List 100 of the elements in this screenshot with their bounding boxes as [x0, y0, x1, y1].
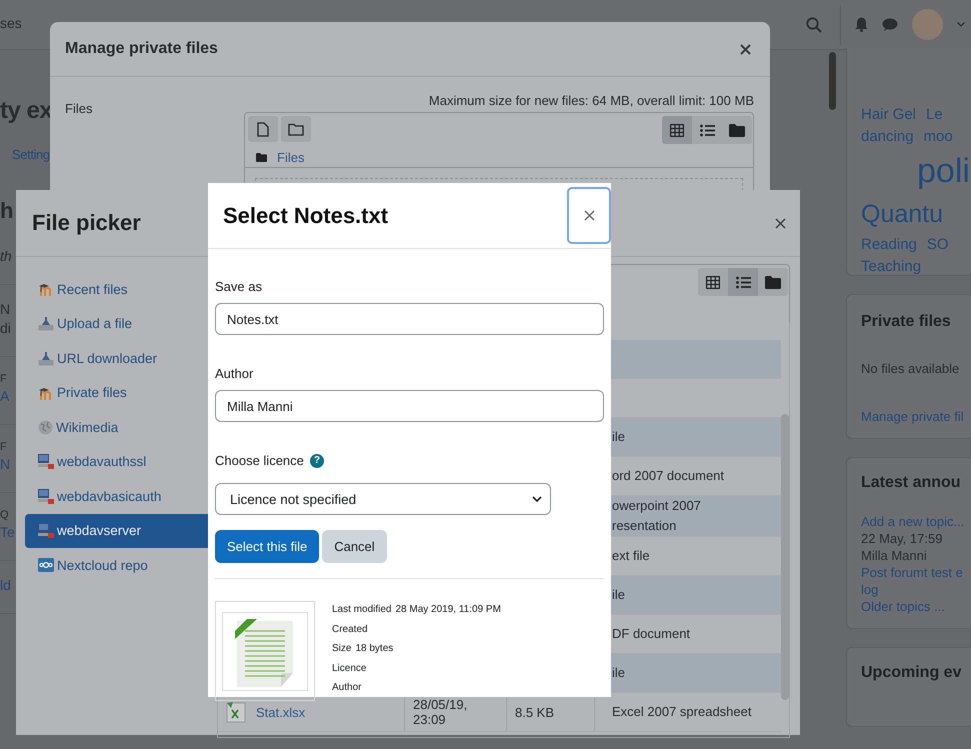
tag-link[interactable]: poli: [917, 148, 970, 194]
scrollbar[interactable]: [829, 52, 836, 110]
graduation-cap-icon: [38, 386, 54, 400]
activity-link[interactable]: A: [0, 388, 10, 404]
tag-link[interactable]: SO: [926, 234, 949, 256]
repository-name: Nextcloud repo: [57, 558, 148, 573]
announcement-text: Milla Manni: [861, 548, 928, 563]
table-cell-text: ile: [612, 428, 626, 446]
computer-upload-icon: [38, 350, 54, 366]
graduation-cap-icon: [38, 282, 54, 296]
tag-link[interactable]: moo: [924, 126, 953, 148]
file-name-link[interactable]: Stat.xlsx: [256, 704, 306, 720]
close-icon[interactable]: [775, 218, 786, 228]
announcement-link[interactable]: log: [861, 582, 971, 597]
tag-link[interactable]: Le: [926, 104, 943, 126]
field-label: Files: [65, 101, 94, 116]
announcement-link[interactable]: Older topics ...: [861, 599, 971, 614]
size-limit-text: Maximum size for new files: 64 MB, overall limit: 100 MB: [428, 93, 754, 108]
bell-icon[interactable]: [855, 17, 868, 32]
activity-link[interactable]: Te: [0, 524, 15, 540]
help-icon[interactable]: ?: [310, 454, 324, 468]
field-label: Author: [215, 366, 254, 381]
table-cell-text: ord 2007 document: [612, 467, 724, 485]
table-cell-text: Excel 2007 spreadsheet: [612, 703, 752, 721]
tag-link[interactable]: Reading: [861, 234, 917, 256]
repository-name: webdavbasicauth: [57, 488, 162, 504]
view-toggle[interactable]: [728, 268, 758, 296]
repository-item[interactable]: Recent files: [25, 272, 208, 306]
table-cell-text: ile: [612, 664, 626, 682]
computer-upload-icon: [38, 316, 54, 332]
manage-files-link[interactable]: Manage private fil: [861, 409, 971, 424]
block-label: Q: [0, 509, 9, 521]
body-text: N: [0, 301, 10, 317]
field-label: Choose licence: [215, 453, 304, 468]
monitor-icon: [38, 488, 54, 504]
add-file-button[interactable]: [248, 116, 278, 142]
licence-dropdown[interactable]: Licence not specified: [215, 483, 551, 515]
tag-link[interactable]: Quantu: [861, 194, 944, 234]
spreadsheet-icon: [226, 701, 246, 723]
block-label: F: [0, 373, 7, 385]
tag-link[interactable]: dancing: [861, 126, 914, 148]
announcement-link[interactable]: Post forumt test e: [861, 565, 971, 580]
table-cell-text: ext file: [612, 547, 650, 565]
repository-item[interactable]: webdavbasicauth: [25, 479, 208, 514]
activity-link[interactable]: ld: [0, 577, 11, 593]
dialog-title: Manage private files: [65, 40, 218, 58]
page-heading: ty ex: [0, 97, 52, 125]
activity-link[interactable]: N: [0, 456, 10, 472]
monitor-icon: [38, 454, 54, 470]
author-field[interactable]: Milla Manni: [215, 390, 604, 422]
grid-view-icon: [670, 124, 684, 136]
field-label: Save as: [215, 279, 263, 294]
grid-view-icon: [706, 276, 720, 288]
repository-name: Recent files: [57, 282, 128, 297]
close-icon: [584, 210, 594, 221]
card-title: Private files: [861, 313, 952, 331]
section-heading: h: [0, 198, 13, 224]
view-toggle[interactable]: [662, 116, 692, 144]
repository-item[interactable]: URL downloader: [25, 341, 208, 376]
dialog-title: File picker: [32, 210, 141, 236]
tag-link[interactable]: Hair Gel: [861, 104, 916, 126]
detail-value: 28 May 2019, 11:09 PM: [395, 603, 501, 617]
new-folder-button[interactable]: [281, 116, 311, 142]
detail-label: Licence: [332, 662, 366, 676]
breadcrumb-link[interactable]: Files: [277, 150, 304, 165]
repository-item[interactable]: webdavauthssl: [25, 444, 208, 479]
repository-name: webdavauthssl: [57, 454, 146, 470]
chat-bubble-icon[interactable]: [882, 18, 898, 32]
repository-item[interactable]: Private files: [25, 376, 208, 410]
repository-name: webdavserver: [57, 523, 142, 538]
caret-icon[interactable]: [957, 22, 965, 27]
select-file-button[interactable]: Select this file: [215, 530, 320, 563]
globe-icon: [38, 420, 53, 435]
repository-item[interactable]: webdavserver: [25, 514, 208, 548]
repository-item[interactable]: Wikimedia: [25, 410, 208, 444]
repository-item[interactable]: Nextcloud repo: [25, 548, 208, 582]
repository-name: Upload a file: [57, 316, 132, 332]
announcement-link[interactable]: Add a new topic...: [861, 514, 971, 529]
detail-label: Last modified: [332, 603, 392, 617]
card-title: Latest annou: [861, 474, 962, 492]
table-cell-text: DF document: [612, 625, 690, 643]
detail-value: 18 bytes: [355, 642, 394, 656]
search-icon[interactable]: [806, 16, 822, 32]
monitor-icon: [38, 523, 54, 538]
scrollbar[interactable]: [781, 414, 789, 700]
chevron-down-icon: [532, 496, 542, 502]
repository-item[interactable]: Upload a file: [25, 306, 208, 341]
table-cell-text: owerpoint 2007 resentation: [612, 497, 702, 535]
repository-name: Private files: [57, 385, 127, 400]
folder-icon: [256, 153, 267, 162]
nav-link[interactable]: ses: [0, 14, 22, 30]
folder-icon: [765, 276, 781, 288]
cancel-button[interactable]: Cancel: [322, 530, 387, 563]
list-view-icon: [700, 124, 714, 136]
save-as-field[interactable]: Notes.txt: [215, 303, 604, 335]
tag-link[interactable]: Teaching: [861, 256, 922, 278]
file-icon: [257, 122, 269, 136]
empty-message: No files available: [861, 361, 960, 376]
settings-link[interactable]: Setting: [12, 147, 50, 162]
close-icon[interactable]: [740, 44, 751, 54]
